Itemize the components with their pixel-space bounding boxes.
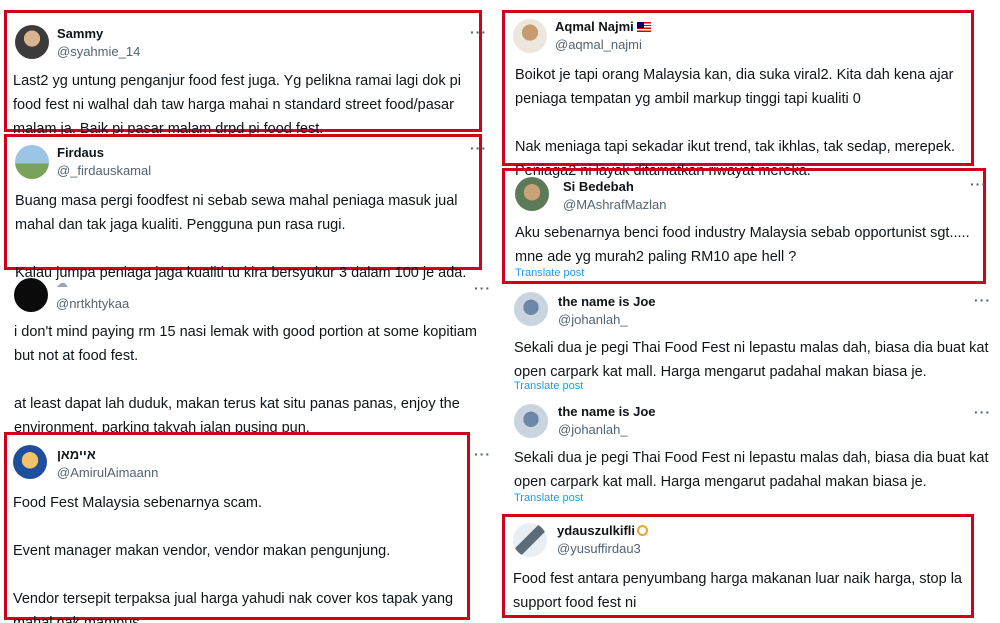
translate-post-link[interactable]: Translate post <box>515 267 584 279</box>
translate-post-link[interactable]: Translate post <box>514 492 583 504</box>
post-text: i don't mind paying rm 15 nasi lemak wit… <box>14 324 477 436</box>
author-handle[interactable]: @yusuffirdau3 <box>557 541 641 556</box>
author-name[interactable]: ydauszulkifli <box>557 523 649 538</box>
author-name[interactable]: Si Bedebah <box>563 179 634 194</box>
post-joe[interactable]: the name is Joe @johanlah_ Sekali dua je… <box>502 400 992 508</box>
author-handle[interactable]: @johanlah_ <box>558 422 628 437</box>
more-options-icon[interactable]: ··· <box>974 404 991 420</box>
post-text: Food fest antara penyumbang harga makana… <box>513 571 962 611</box>
author-handle[interactable]: @AmirulAimaann <box>57 465 158 480</box>
malaysia-flag-icon <box>636 22 651 32</box>
avatar[interactable] <box>514 404 548 438</box>
author-handle[interactable]: @syahmie_14 <box>57 44 140 59</box>
more-options-icon[interactable]: ··· <box>470 24 487 40</box>
author-handle[interactable]: @aqmal_najmi <box>555 37 642 52</box>
post-aqmal[interactable]: Aqmal Najmi @aqmal_najmi Boikot je tapi … <box>502 10 974 179</box>
post-text: Aku sebenarnya benci food industry Malay… <box>515 225 970 265</box>
post-nrtkhtykaa[interactable]: ☁ @nrtkhtykaa i don't mind paying rm 15 … <box>4 276 490 436</box>
more-options-icon[interactable]: ··· <box>970 176 987 192</box>
post-amirul[interactable]: איימאן @AmirulAimaann Food Fest Malaysia… <box>4 432 470 623</box>
cloud-icon: ☁ <box>56 276 68 290</box>
author-name[interactable]: the name is Joe <box>558 404 656 419</box>
author-handle[interactable]: @nrtkhtykaa <box>56 296 129 311</box>
more-options-icon[interactable]: ··· <box>974 292 991 308</box>
author-handle[interactable]: @MAshrafMazlan <box>563 197 667 212</box>
post-firdaus[interactable]: Firdaus @_firdauskamal Buang masa pergi … <box>4 134 482 281</box>
verified-badge-icon <box>637 525 649 536</box>
more-options-icon[interactable]: ··· <box>474 446 491 462</box>
post-sammy[interactable]: Sammy @syahmie_14 Last2 yg untung pengan… <box>4 10 482 137</box>
avatar[interactable] <box>513 523 547 557</box>
avatar[interactable] <box>15 25 49 59</box>
post-joe[interactable]: the name is Joe @johanlah_ Sekali dua je… <box>502 290 992 398</box>
avatar[interactable] <box>14 278 48 312</box>
post-text: Sekali dua je pegi Thai Food Fest ni lep… <box>514 450 989 490</box>
translate-post-link[interactable]: Translate post <box>514 380 583 392</box>
post-text: Boikot je tapi orang Malaysia kan, dia s… <box>515 67 956 179</box>
post-text: Food Fest Malaysia sebenarnya scam. Even… <box>13 495 454 623</box>
avatar[interactable] <box>515 177 549 211</box>
author-handle[interactable]: @johanlah_ <box>558 312 628 327</box>
post-text: Sekali dua je pegi Thai Food Fest ni lep… <box>514 340 989 380</box>
author-name[interactable]: Sammy <box>57 26 103 41</box>
more-options-icon[interactable]: ··· <box>474 280 491 296</box>
post-ydauszulkifli[interactable]: ydauszulkifli @yusuffirdau3 Food fest an… <box>502 514 974 618</box>
author-name[interactable]: the name is Joe <box>558 294 656 309</box>
more-options-icon[interactable]: ··· <box>470 140 487 156</box>
post-text: Last2 yg untung penganjur food fest juga… <box>13 73 461 137</box>
avatar[interactable] <box>15 145 49 179</box>
avatar[interactable] <box>513 19 547 53</box>
avatar[interactable] <box>13 445 47 479</box>
author-name[interactable]: איימאן <box>57 447 96 462</box>
author-handle[interactable]: @_firdauskamal <box>57 163 151 178</box>
author-name[interactable]: Firdaus <box>57 145 104 160</box>
avatar[interactable] <box>514 292 548 326</box>
post-si-bedebah[interactable]: Si Bedebah @MAshrafMazlan Aku sebenarnya… <box>502 168 986 284</box>
author-name[interactable]: Aqmal Najmi <box>555 19 651 34</box>
post-text: Buang masa pergi foodfest ni sebab sewa … <box>15 193 467 281</box>
